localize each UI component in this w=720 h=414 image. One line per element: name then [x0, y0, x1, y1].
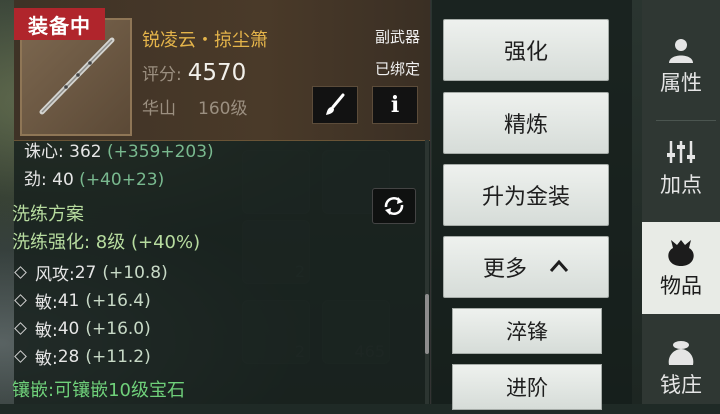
more-label: 更多 [482, 257, 527, 282]
advance-button[interactable]: 进阶 [452, 364, 602, 410]
socket-info: 镶嵌:可镶嵌10级宝石 [12, 380, 185, 401]
item-bag-icon [668, 240, 694, 266]
sect-label: 华山 [142, 99, 176, 119]
nav-tab-items[interactable]: 物品 [642, 222, 720, 314]
refine-switch-button[interactable] [372, 188, 416, 224]
diamond-bullet-icon [14, 322, 27, 335]
nav-label: 加点 [660, 173, 702, 197]
upgrade-gold-button[interactable]: 升为金装 [443, 164, 609, 226]
smelt-label: 精炼 [503, 113, 548, 138]
refine-attribute: 风攻: 27 (+10.8) [12, 260, 168, 285]
equipped-badge: 装备中 [14, 8, 105, 40]
chevron-up-icon [549, 257, 569, 278]
scrollbar-thumb[interactable] [425, 294, 429, 354]
swap-arrows-icon [384, 197, 404, 215]
money-bag-icon [668, 341, 694, 365]
smelt-button[interactable]: 精炼 [443, 92, 609, 154]
score-row: 评分: 4570 [142, 60, 246, 86]
nav-label: 属性 [660, 71, 702, 95]
slot-type-label: 副武器 [374, 28, 420, 46]
temper-button[interactable]: 淬锋 [452, 308, 602, 354]
refine-attr-label: 敏: [35, 293, 58, 313]
temper-label: 淬锋 [506, 320, 548, 344]
refine-attr-label: 敏: [35, 321, 58, 341]
attributes-icon [669, 39, 693, 63]
enhance-button[interactable]: 强化 [443, 19, 609, 81]
nav-tab-add-points[interactable]: 加点 [642, 122, 720, 214]
enhance-label: 强化 [503, 40, 548, 65]
stat-base: 40 [52, 170, 74, 190]
diamond-bullet-icon [14, 350, 27, 363]
nav-divider [656, 120, 716, 121]
info-button[interactable]: i [372, 86, 418, 124]
nav-tab-shop[interactable]: 钱庄 [642, 322, 720, 414]
stat-bonus: (+359+203) [101, 142, 214, 162]
level-label: 160级 [198, 99, 248, 119]
nav-label: 钱庄 [660, 373, 702, 397]
brush-icon [326, 93, 345, 115]
score-label: 评分: [142, 65, 182, 85]
more-button[interactable]: 更多 [443, 236, 609, 298]
sect-level-row: 华山 160级 [142, 94, 247, 119]
stat-label: 诛心: [24, 142, 70, 162]
refine-attr-label: 敏: [35, 349, 58, 369]
refine-attr-value: 41 [57, 290, 80, 311]
diamond-bullet-icon [14, 266, 27, 279]
stat-line: 劲: 40 (+40+23) [24, 165, 164, 190]
dye-button[interactable] [312, 86, 358, 124]
nav-label: 物品 [660, 274, 702, 298]
item-name: 锐凌云・掠尘箫 [142, 30, 268, 51]
refine-attr-bonus: (+16.4) [85, 290, 151, 311]
refine-attr-value: 27 [74, 262, 97, 283]
refine-attr-bonus: (+11.2) [85, 346, 151, 367]
advance-label: 进阶 [506, 376, 548, 400]
stat-bonus: (+40+23) [73, 170, 165, 190]
bound-status-label: 已绑定 [374, 60, 420, 78]
refine-attr-bonus: (+16.0) [85, 318, 151, 339]
refine-strength: 洗练强化: 8级 (+40%) [12, 232, 201, 253]
score-value: 4570 [187, 60, 247, 86]
stat-label: 劲: [24, 170, 53, 190]
refine-attribute: 敏: 41 (+16.4) [12, 288, 151, 313]
stat-base: 362 [69, 142, 102, 162]
stat-line: 诛心: 362 (+359+203) [24, 137, 214, 162]
refine-plan-title: 洗练方案 [12, 204, 84, 225]
refine-attr-value: 28 [57, 346, 80, 367]
refine-attribute: 敏: 40 (+16.0) [12, 316, 151, 341]
diamond-bullet-icon [14, 294, 27, 307]
refine-attr-value: 40 [57, 318, 80, 339]
info-icon: i [390, 92, 400, 118]
refine-attr-bonus: (+10.8) [102, 262, 168, 283]
scrollbar-track[interactable] [425, 140, 429, 404]
refine-attr-label: 风攻: [35, 265, 75, 285]
nav-tab-attributes[interactable]: 属性 [642, 20, 720, 112]
upgrade-gold-label: 升为金装 [481, 185, 570, 210]
refine-attribute: 敏: 28 (+11.2) [12, 344, 151, 369]
sliders-icon [667, 141, 695, 163]
